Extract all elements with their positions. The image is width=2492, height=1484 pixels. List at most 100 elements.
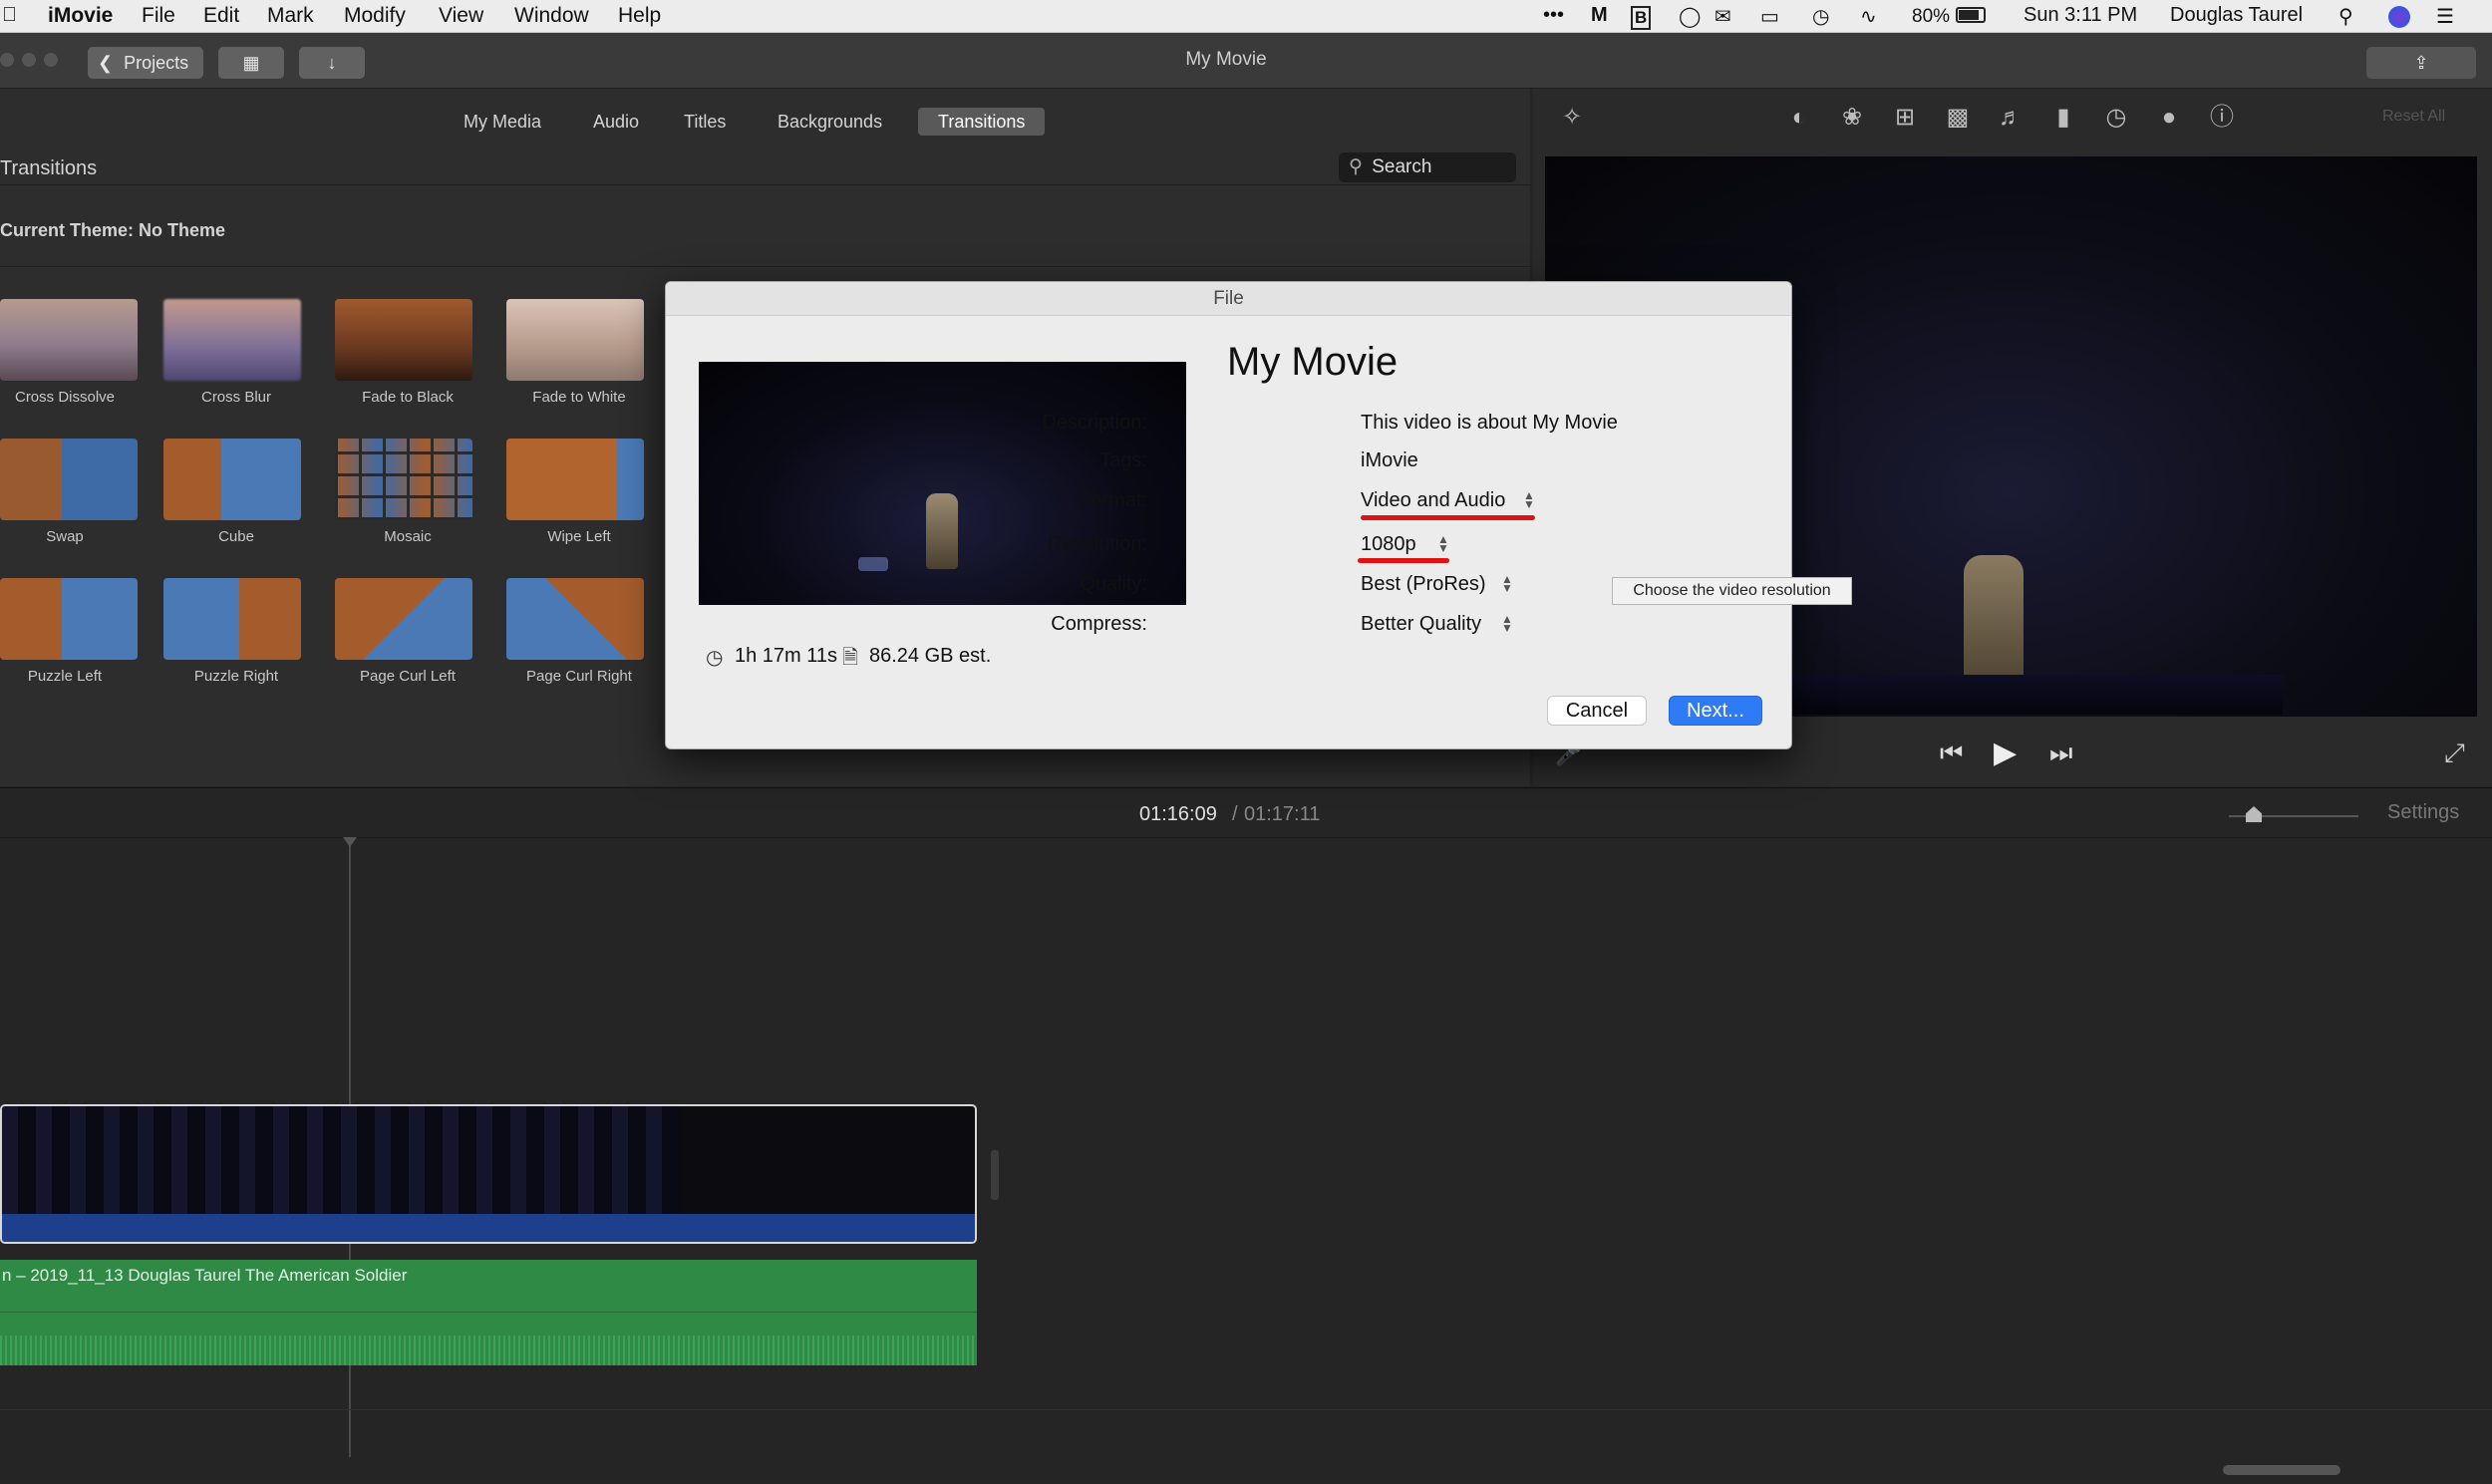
format-annotation-underline: [1361, 515, 1535, 520]
fullscreen-icon[interactable]: ⤢: [2444, 738, 2465, 769]
menu-app-name[interactable]: iMovie: [48, 4, 113, 28]
format-select[interactable]: Video and Audio: [1361, 489, 1505, 512]
mail-icon[interactable]: ✉: [1714, 4, 1731, 29]
menu-help[interactable]: Help: [618, 4, 661, 28]
tab-audio[interactable]: Audio: [593, 108, 639, 136]
crop-icon[interactable]: ⊞: [1891, 104, 1919, 132]
cancel-button[interactable]: Cancel: [1547, 696, 1647, 726]
quality-select[interactable]: Best (ProRes): [1361, 573, 1486, 596]
section-title: Transitions: [0, 157, 98, 179]
color-balance-icon[interactable]: ◐: [1785, 104, 1813, 132]
transition-label: Swap: [46, 528, 84, 545]
projects-button-label: Projects: [124, 53, 189, 73]
play-icon[interactable]: ▶: [1994, 736, 2017, 770]
search-input[interactable]: ⚲ Search: [1339, 152, 1516, 182]
transition-thumb-cube[interactable]: [163, 439, 301, 520]
app-toolbar: ❮ Projects ▦ ↓ My Movie ⇪: [0, 33, 2492, 89]
compress-label: Compress:: [1051, 613, 1147, 635]
movie-title-field[interactable]: My Movie: [1227, 340, 1398, 385]
movie-duration: 1h 17m 11s: [735, 645, 838, 667]
transition-label: Puzzle Right: [193, 668, 279, 685]
resolution-select[interactable]: 1080p: [1361, 533, 1416, 556]
menu-file[interactable]: File: [142, 4, 175, 28]
next-button[interactable]: Next...: [1669, 696, 1762, 726]
transition-label: Cube: [218, 528, 254, 545]
time-machine-icon[interactable]: ◷: [1812, 4, 1829, 29]
window-minimize-icon[interactable]: [22, 53, 36, 67]
description-field[interactable]: This video is about My Movie: [1361, 412, 1618, 435]
menu-window[interactable]: Window: [514, 4, 589, 28]
wifi-icon[interactable]: ∿: [1860, 4, 1877, 29]
window-close-icon[interactable]: [0, 53, 14, 67]
video-clip-audio-strip: [2, 1214, 975, 1242]
stabilization-icon[interactable]: ▩: [1944, 104, 1972, 132]
info-icon[interactable]: ⓘ: [2208, 104, 2236, 132]
transition-thumb-page-curl-right[interactable]: [506, 578, 644, 660]
transition-thumb-puzzle-left[interactable]: [0, 578, 138, 660]
menu-view[interactable]: View: [439, 4, 483, 28]
color-correction-icon[interactable]: ❀: [1838, 104, 1866, 132]
audio-waveform: [0, 1336, 977, 1365]
compress-select[interactable]: Better Quality: [1361, 613, 1481, 636]
transition-thumb-page-curl-left[interactable]: [335, 578, 472, 660]
volume-icon[interactable]: ♬: [1997, 104, 2025, 132]
equalizer-icon[interactable]: ▮: [2049, 104, 2077, 132]
menu-mark[interactable]: Mark: [267, 4, 314, 28]
apple-icon[interactable]: : [2, 4, 17, 27]
bi-icon[interactable]: B: [1631, 6, 1652, 30]
format-stepper-icon[interactable]: ▲ ▼: [1523, 489, 1535, 510]
menubar-user[interactable]: Douglas Taurel: [2170, 4, 2303, 27]
speed-icon[interactable]: ◷: [2102, 104, 2130, 132]
transition-thumb-puzzle-right[interactable]: [163, 578, 301, 660]
quality-stepper-icon[interactable]: ▲ ▼: [1501, 573, 1513, 594]
more-icon[interactable]: •••: [1543, 4, 1564, 27]
media-library-button[interactable]: ▦: [218, 47, 284, 79]
resolution-annotation-underline: [1358, 558, 1449, 563]
menu-edit[interactable]: Edit: [203, 4, 239, 28]
resolution-stepper-icon[interactable]: ▲ ▼: [1437, 533, 1449, 554]
malwarebytes-icon[interactable]: M: [1591, 4, 1608, 27]
notification-center-icon[interactable]: ☰: [2436, 4, 2454, 29]
tags-field[interactable]: iMovie: [1361, 449, 1418, 472]
transition-thumb-wipe-left[interactable]: [506, 439, 644, 520]
share-file-dialog: File ◷ 1h 17m 11s 🗎 86.24 GB est. My Mov…: [665, 281, 1792, 749]
tab-transitions[interactable]: Transitions: [918, 108, 1046, 136]
movie-preview-thumbnail: [699, 362, 1186, 605]
filter-icon[interactable]: ●: [2155, 104, 2183, 132]
skip-back-icon[interactable]: ⏮: [1940, 738, 1963, 769]
tab-backgrounds[interactable]: Backgrounds: [778, 108, 882, 136]
sync-icon[interactable]: ◯: [1679, 4, 1701, 29]
reset-all-button[interactable]: Reset All: [2382, 108, 2445, 126]
arrow-down-icon: ↓: [327, 53, 337, 73]
audio-clip[interactable]: n – 2019_11_13 Douglas Taurel The Americ…: [0, 1260, 977, 1365]
transition-thumb-cross-dissolve[interactable]: [0, 299, 138, 381]
video-clip[interactable]: [0, 1104, 977, 1244]
menu-modify[interactable]: Modify: [344, 4, 406, 28]
playhead-marker[interactable]: [343, 837, 357, 847]
airplay-icon[interactable]: ▭: [1760, 4, 1779, 29]
timeline-settings-button[interactable]: Settings: [2387, 801, 2459, 824]
skip-forward-icon[interactable]: ⏭: [2049, 738, 2072, 769]
transition-thumb-cross-blur[interactable]: [163, 299, 301, 381]
magic-wand-icon[interactable]: ✧: [1558, 104, 1586, 132]
tab-titles[interactable]: Titles: [684, 108, 726, 136]
siri-icon[interactable]: [2388, 6, 2410, 28]
spotlight-icon[interactable]: ⚲: [2338, 4, 2353, 29]
compress-stepper-icon[interactable]: ▲ ▼: [1501, 613, 1513, 634]
timeline-scrollbar[interactable]: [2223, 1465, 2340, 1475]
transition-thumb-fade-to-white[interactable]: [506, 299, 644, 381]
clip-trim-handle[interactable]: [991, 1150, 999, 1200]
import-button[interactable]: ↓: [299, 47, 365, 79]
transition-thumb-mosaic[interactable]: [335, 439, 472, 520]
projects-button[interactable]: ❮ Projects: [88, 47, 203, 79]
window-zoom-icon[interactable]: [44, 53, 58, 67]
transition-label: Mosaic: [384, 528, 432, 545]
transition-label: Cross Blur: [200, 389, 271, 406]
zoom-slider-thumb[interactable]: [2246, 806, 2262, 822]
battery-icon[interactable]: [1956, 7, 1986, 23]
share-button[interactable]: ⇪: [2366, 47, 2476, 79]
transition-thumb-swap[interactable]: [0, 439, 138, 520]
menubar-clock[interactable]: Sun 3:11 PM: [2024, 4, 2137, 27]
transition-thumb-fade-to-black[interactable]: [335, 299, 472, 381]
tab-my-media[interactable]: My Media: [464, 108, 541, 136]
